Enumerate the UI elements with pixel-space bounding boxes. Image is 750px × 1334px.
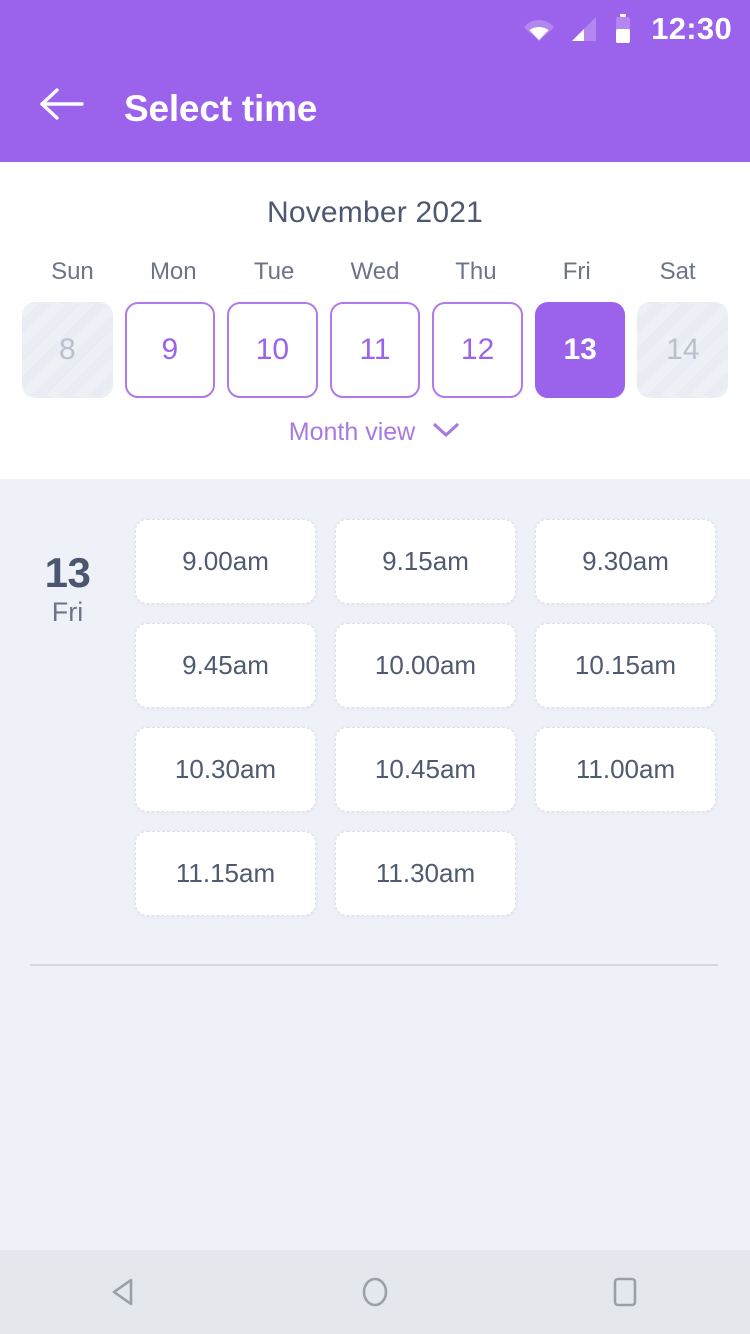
time-slot[interactable]: 10.45am: [335, 727, 516, 812]
time-slot[interactable]: 9.00am: [135, 519, 316, 604]
day-number: 13: [44, 549, 91, 596]
nav-back-button[interactable]: [65, 1250, 185, 1334]
weekday-label: Thu: [455, 258, 497, 285]
calendar-day-14: 14: [637, 302, 729, 398]
weekday-label: Fri: [562, 258, 591, 285]
day-of-week: Fri: [51, 597, 84, 628]
time-slot[interactable]: 10.30am: [135, 727, 316, 812]
calendar-day-12[interactable]: 12: [432, 302, 523, 398]
weekday-label: Wed: [350, 258, 400, 285]
back-button[interactable]: [24, 74, 100, 134]
calendar-panel: November 2021 Sun Mon Tue Wed Thu Fri Sa…: [0, 162, 750, 479]
time-slot[interactable]: 9.15am: [335, 519, 516, 604]
weekday-label: Mon: [149, 258, 197, 285]
month-view-label: Month view: [288, 418, 416, 446]
time-slot[interactable]: 10.15am: [535, 623, 716, 708]
back-triangle-icon: [112, 1278, 133, 1306]
time-slot[interactable]: 11.30am: [335, 831, 516, 916]
cellular-signal-icon: [569, 15, 599, 43]
android-nav-bar: [0, 1250, 750, 1334]
battery-icon: [613, 14, 633, 44]
schedule-area: 13 Fri 9.00am 9.15am 9.30am 9.45am 10.00…: [0, 479, 750, 1250]
nav-home-button[interactable]: [315, 1250, 435, 1334]
wifi-icon: [523, 16, 555, 42]
time-slot[interactable]: 9.30am: [535, 519, 716, 604]
page-title: Select time: [124, 88, 318, 129]
time-slot[interactable]: 11.00am: [535, 727, 716, 812]
weekday-label: Tue: [253, 258, 295, 285]
time-slot[interactable]: 9.45am: [135, 623, 316, 708]
month-view-toggle[interactable]: Month view: [0, 418, 750, 447]
calendar-day-9[interactable]: 9: [124, 302, 216, 398]
calendar-day-13[interactable]: 13: [534, 302, 626, 398]
weekday-header-row: Sun Mon Tue Wed Thu Fri Sat: [0, 258, 750, 286]
calendar-day-8: 8: [22, 302, 113, 398]
weekday-label: Sat: [659, 258, 696, 285]
arrow-left-icon: [40, 88, 84, 120]
month-title: November 2021: [266, 196, 484, 229]
weekday-label: Sun: [51, 258, 94, 285]
recents-square-icon: [613, 1277, 637, 1307]
time-slot[interactable]: 10.00am: [335, 623, 516, 708]
status-time: 12:30: [651, 10, 732, 46]
status-bar: 12:30: [0, 0, 750, 58]
calendar-days-row: 8 9 10 11 12 13 14: [0, 302, 750, 398]
home-circle-icon: [362, 1277, 388, 1307]
time-slot[interactable]: 11.15am: [135, 831, 316, 916]
calendar-day-11[interactable]: 11: [329, 302, 421, 398]
calendar-day-10[interactable]: 10: [227, 302, 318, 398]
day-group-13: 13 Fri 9.00am 9.15am 9.30am 9.45am 10.00…: [0, 479, 750, 916]
time-slot-grid: 9.00am 9.15am 9.30am 9.45am 10.00am 10.1…: [135, 519, 750, 916]
nav-recents-button[interactable]: [565, 1250, 685, 1334]
day-label-13: 13 Fri: [0, 519, 135, 916]
chevron-down-icon: [431, 421, 461, 444]
